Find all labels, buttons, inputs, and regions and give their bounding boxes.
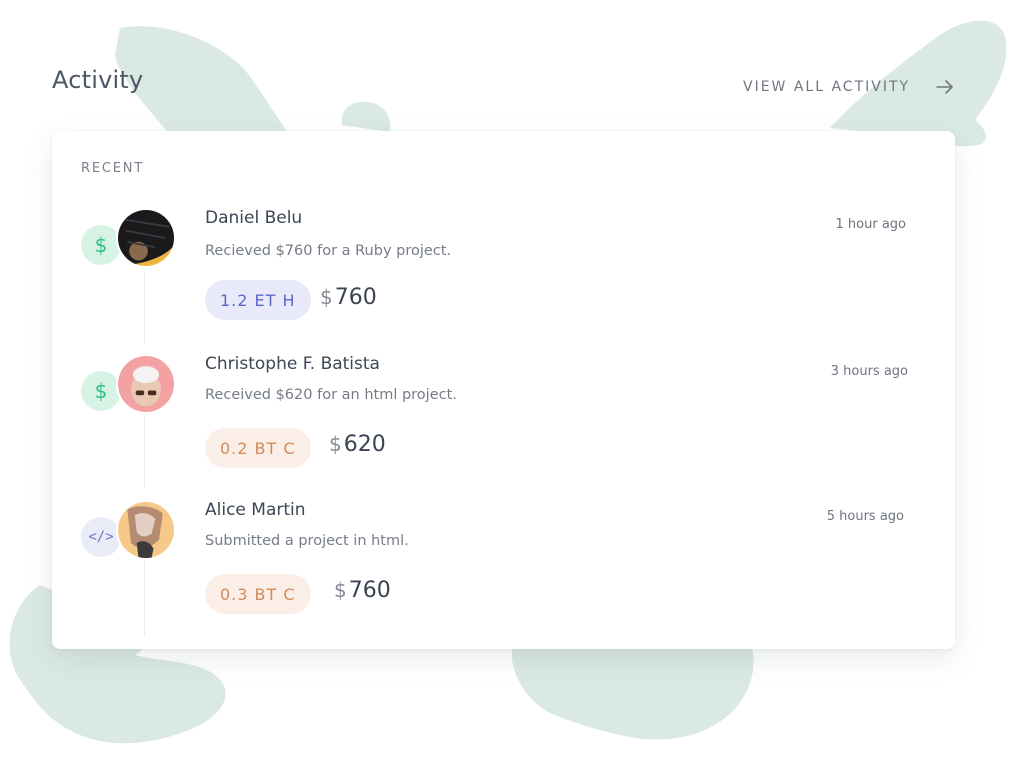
avatar-image xyxy=(118,502,174,558)
amount-value: 760 xyxy=(334,285,377,310)
amount-value: 760 xyxy=(348,578,391,603)
view-all-activity-link[interactable]: VIEW ALL ACTIVITY xyxy=(743,76,956,98)
view-all-activity-label: VIEW ALL ACTIVITY xyxy=(743,79,911,95)
avatar-image xyxy=(118,210,174,266)
activity-description: Recieved $760 for a Ruby project. xyxy=(205,243,452,259)
crypto-badge: 0.3 BT C xyxy=(205,574,311,614)
crypto-badge: 1.2 ET H xyxy=(205,280,311,320)
user-name[interactable]: Alice Martin xyxy=(205,500,306,520)
currency-symbol: $ xyxy=(329,432,342,456)
avatar[interactable] xyxy=(116,500,176,560)
activity-card: RECENT $ Daniel Belu 1 hour ago Recieved… xyxy=(52,131,955,649)
avatar[interactable] xyxy=(116,208,176,268)
avatar[interactable] xyxy=(116,354,176,414)
user-name[interactable]: Christophe F. Batista xyxy=(205,354,380,374)
code-icon: </> xyxy=(81,517,121,557)
dollar-icon: $ xyxy=(81,371,121,411)
activity-description: Received $620 for an html project. xyxy=(205,387,457,403)
timestamp: 1 hour ago xyxy=(835,217,906,232)
amount-value: 620 xyxy=(343,432,386,457)
activity-item[interactable]: </> Alice Martin 5 hours ago Submitted a… xyxy=(52,500,955,630)
avatar-image xyxy=(118,356,174,412)
dollar-icon: $ xyxy=(81,225,121,265)
user-name[interactable]: Daniel Belu xyxy=(205,208,302,228)
timestamp: 5 hours ago xyxy=(826,509,904,524)
activity-description: Submitted a project in html. xyxy=(205,533,409,549)
crypto-badge: 0.2 BT C xyxy=(205,428,311,468)
activity-item[interactable]: $ Daniel Belu 1 hour ago Recieved $760 f… xyxy=(52,208,955,338)
amount: $ 760 xyxy=(334,578,391,603)
section-label-recent: RECENT xyxy=(81,161,145,176)
timestamp: 3 hours ago xyxy=(830,364,908,379)
arrow-right-icon xyxy=(936,80,953,94)
amount: $ 760 xyxy=(320,285,377,310)
amount: $ 620 xyxy=(329,432,386,457)
currency-symbol: $ xyxy=(320,285,333,309)
currency-symbol: $ xyxy=(334,578,347,602)
activity-item[interactable]: $ Christophe F. Batista 3 hours ago Rece… xyxy=(52,354,955,484)
page-title: Activity xyxy=(52,66,144,94)
